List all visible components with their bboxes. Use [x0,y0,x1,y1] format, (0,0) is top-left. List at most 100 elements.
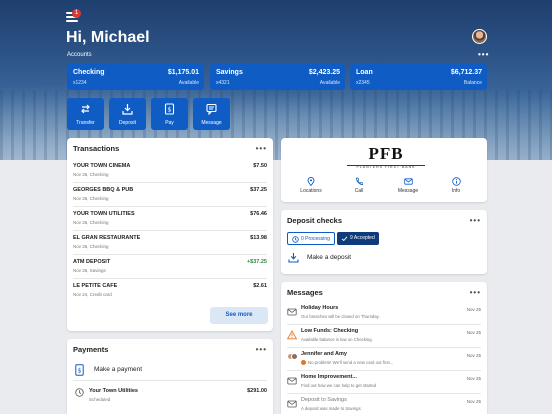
message-row[interactable]: Low Funds: Checking Available balance is… [287,325,481,348]
payment-status: Scheduled [89,397,111,402]
message-date: Nov 25 [466,399,481,404]
make-payment-label: Make a payment [94,366,143,373]
info-button[interactable]: Info [436,177,476,194]
message-icon [206,103,217,115]
bank-logo: PFB PLANTERS FIRST BANK [341,144,431,169]
phone-icon [356,177,363,185]
account-number: x4321 [216,80,230,86]
message-date: Nov 25 [466,307,481,312]
account-tile-checking[interactable]: Checking x1234 $1,175.01 Available [67,64,204,90]
account-balance-label: Available [178,80,199,86]
messages-more-icon[interactable]: ••• [470,289,481,297]
message-row[interactable]: Deposit to Savings A deposit was made to… [287,394,481,414]
bank-message-button[interactable]: Message [388,177,428,194]
greeting-title: Hi, Michael [66,29,150,46]
mail-icon [287,308,297,316]
processing-chip[interactable]: 0 Processing [287,232,335,245]
account-number: x2345 [356,80,370,86]
accounts-more-icon[interactable]: ••• [478,51,489,59]
transaction-meta: Nov 25, Savings [73,268,106,273]
transfer-button[interactable]: Transfer [67,98,104,130]
message-row[interactable]: Home Improvement... Find out how we can … [287,371,481,394]
transaction-desc: ATM DEPOSIT [73,259,111,265]
transfer-icon [81,104,90,114]
message-row[interactable]: Holiday Hours Our branches will be close… [287,302,481,325]
transaction-amount: +$37.25 [246,259,267,265]
transaction-row[interactable]: EL GRAN RESTAURANTE Nov 25, Checking $13… [73,231,267,255]
accepted-chip-label: 9 Accepted [350,235,375,241]
transaction-desc: YOUR TOWN CINEMA [73,163,131,169]
transaction-row[interactable]: YOUR TOWN UTILITIES Nov 25, Checking $76… [73,207,267,231]
bank-action-label: Locations [300,188,322,194]
info-icon [451,177,461,186]
accepted-chip[interactable]: 9 Accepted [337,232,379,245]
see-more-button[interactable]: See more [210,307,268,324]
message-date: Nov 25 [466,376,481,381]
account-name: Checking [73,69,105,76]
deposit-button[interactable]: Deposit [109,98,146,130]
payments-more-icon[interactable]: ••• [256,346,267,354]
message-date: Nov 25 [466,353,481,358]
action-label: Message [201,120,222,126]
bank-action-label: Call [354,188,364,194]
deposit-checks-more-icon[interactable]: ••• [470,217,481,225]
transaction-meta: Nov 25, Checking [73,196,109,201]
message-preview: A deposit was made to Savings [301,406,361,411]
payment-amount: $291.00 [247,388,267,394]
make-payment-button[interactable]: $ Make a payment [73,361,267,381]
account-balance-label: Available [319,80,340,86]
transaction-amount: $13.98 [250,235,267,241]
transaction-meta: Nov 25, Checking [73,244,109,249]
transaction-desc: GEORGES BBQ & PUB [73,187,134,193]
mail-icon [287,400,297,408]
pay-button[interactable]: $ Pay [151,98,188,130]
message-preview: Find out how we can help to get started [301,383,377,388]
call-button[interactable]: Call [339,177,379,194]
svg-text:$: $ [78,368,82,375]
pay-icon: $ [164,103,175,115]
payment-row[interactable]: Your Town Utilities Scheduled $291.00 [73,384,267,406]
account-tile-savings[interactable]: Savings x4321 $2,423.25 Available [210,64,345,90]
action-label: Deposit [119,120,136,126]
bank-card: PFB PLANTERS FIRST BANK Locations Call M… [281,138,487,202]
transaction-desc: YOUR TOWN UTILITIES [73,211,135,217]
transactions-card: Transactions ••• YOUR TOWN CINEMA Nov 25… [67,138,273,331]
notification-badge: 1 [72,9,81,18]
locations-button[interactable]: Locations [291,177,331,194]
message-row[interactable]: Jennifer and Amy No problem! We'll send … [287,348,481,371]
action-label: Pay [165,120,174,126]
deposit-icon [288,253,299,263]
transactions-more-icon[interactable]: ••• [256,145,267,153]
action-label: Transfer [76,120,95,126]
payments-title: Payments [73,345,109,354]
message-title: Jennifer and Amy [301,351,347,357]
pay-icon: $ [75,364,84,376]
bank-action-label: Info [451,188,461,194]
check-icon [341,236,348,242]
avatars-icon [287,353,299,363]
transaction-amount: $2.61 [253,283,267,289]
account-balance: $6,712.37 [450,69,482,76]
message-preview: Our branches will be closed on Thursday. [301,314,380,319]
bank-logo-text: PFB [368,144,404,163]
deposit-checks-title: Deposit checks [287,216,343,225]
account-tile-loan[interactable]: Loan x2345 $6,712.37 Balance [350,64,487,90]
transaction-row[interactable]: GEORGES BBQ & PUB Nov 25, Checking $37.2… [73,183,267,207]
payments-card: Payments ••• $ Make a payment Your Town … [67,339,273,414]
account-balance: $2,423.25 [308,69,340,76]
clock-icon [75,388,84,397]
make-deposit-button[interactable]: Make a deposit [287,249,481,267]
transaction-row[interactable]: ATM DEPOSIT Nov 25, Savings +$37.25 [73,255,267,279]
transaction-row[interactable]: LE PETITE CAFE Nov 24, Credit card $2.61 [73,279,267,303]
message-button[interactable]: Message [193,98,230,130]
message-title: Home Improvement... [301,374,357,380]
account-balance: $1,175.01 [167,69,199,76]
accounts-label: Accounts [67,52,92,58]
payment-payee: Your Town Utilities [89,388,138,394]
profile-avatar[interactable] [472,29,487,44]
account-balance-label: Balance [463,80,482,86]
message-title: Deposit to Savings [301,397,347,403]
account-number: x1234 [73,80,87,86]
mail-icon [287,377,297,385]
transaction-row[interactable]: YOUR TOWN CINEMA Nov 25, Checking $7.50 [73,159,267,183]
